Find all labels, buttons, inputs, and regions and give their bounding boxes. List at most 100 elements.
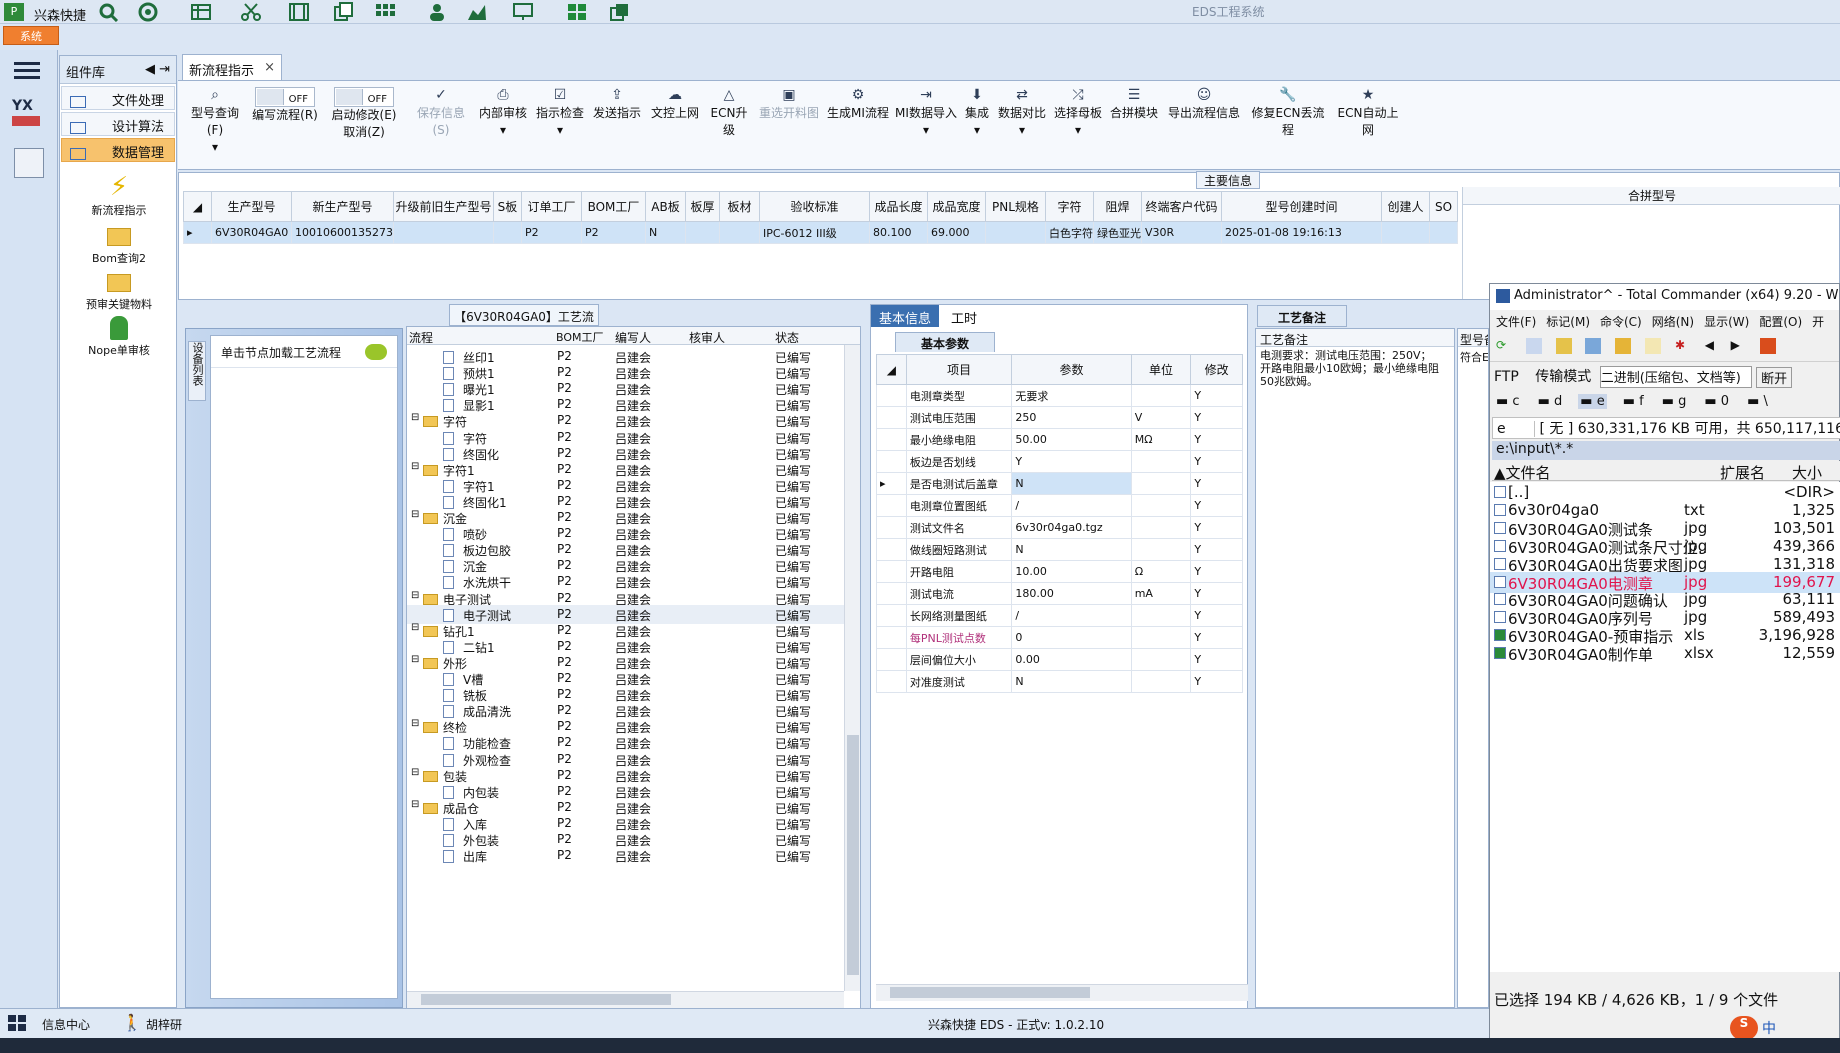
tc-menu-item[interactable]: 开 bbox=[1812, 315, 1824, 329]
btn-combine-module[interactable]: ☰ 合拼模块 bbox=[1108, 87, 1160, 122]
col-header[interactable]: 板厚 bbox=[684, 191, 720, 222]
param-row[interactable]: 对准度测试 N Y bbox=[876, 670, 1243, 693]
col-filename[interactable]: ▲文件名 bbox=[1494, 462, 1551, 483]
col-header[interactable]: 板材 bbox=[718, 191, 760, 222]
close-icon[interactable]: × bbox=[264, 60, 275, 75]
btn-doc-upload[interactable]: ☁ 文控上网 bbox=[648, 87, 702, 122]
collapse-icon[interactable]: ⊟ bbox=[411, 412, 419, 423]
drive-button[interactable]: ▬ 0 bbox=[1702, 394, 1731, 409]
drive-button[interactable]: ▬ d bbox=[1536, 394, 1565, 409]
table-cell[interactable]: P2 bbox=[580, 221, 646, 244]
table-cell[interactable]: 80.100 bbox=[868, 221, 928, 244]
scissors-icon[interactable] bbox=[240, 2, 262, 22]
tool-new-flow[interactable]: ⚡ 新流程指示 bbox=[60, 172, 178, 218]
tab-basic-params[interactable]: 基本参数 bbox=[895, 332, 995, 352]
tree-row[interactable]: 出库 P2 吕建会 已编写 bbox=[407, 846, 844, 865]
collapse-icon[interactable]: ⊟ bbox=[411, 654, 419, 665]
monitor-icon[interactable] bbox=[512, 2, 534, 22]
col-header[interactable]: 创建人 bbox=[1380, 191, 1430, 222]
tc-menu-item[interactable]: 文件(F) bbox=[1496, 315, 1536, 329]
thumbnail-icon[interactable] bbox=[1585, 338, 1602, 354]
btn-data-compare[interactable]: ⇄ 数据对比 ▾ bbox=[996, 87, 1048, 139]
param-row[interactable]: 做线圈短路测试 N Y bbox=[876, 538, 1243, 561]
col-header[interactable]: 阻焊 bbox=[1092, 191, 1142, 222]
btn-model-query[interactable]: ⌕ 型号查询(F) ▾ bbox=[184, 87, 246, 156]
tool-bom-query[interactable]: Bom查询2 bbox=[60, 224, 178, 266]
btn-integrate[interactable]: ⬇ 集成 ▾ bbox=[962, 87, 992, 139]
btn-internal-review[interactable]: ⎙ 内部审核 ▾ bbox=[476, 87, 530, 139]
param-value[interactable]: 无要求 bbox=[1011, 384, 1132, 407]
windows-icon[interactable] bbox=[8, 1015, 26, 1031]
param-row[interactable]: ▸ 是否电测试后盖章 N Y bbox=[876, 472, 1243, 495]
tab-work-hours[interactable]: 工时 bbox=[943, 305, 985, 327]
tab-new-flow[interactable]: 新流程指示 × bbox=[182, 54, 282, 80]
yx-module-icon[interactable]: YX bbox=[12, 98, 46, 134]
param-row[interactable]: 最小绝缘电阻 50.00 MΩ Y bbox=[876, 428, 1243, 451]
btn-start-modify[interactable]: OFF 启动修改(E) 取消(Z) bbox=[324, 87, 404, 141]
tc-menu-item[interactable]: 网络(N) bbox=[1652, 315, 1694, 329]
menu-icon[interactable] bbox=[14, 62, 40, 80]
btn-write-flow[interactable]: OFF 编写流程(R) bbox=[250, 87, 320, 124]
col-header[interactable]: PNL规格 bbox=[984, 191, 1046, 222]
tool-nope-review[interactable]: Nope单审核 bbox=[60, 314, 178, 358]
table-cell[interactable] bbox=[392, 221, 494, 244]
table-cell[interactable] bbox=[492, 221, 522, 244]
param-value[interactable]: Y bbox=[1011, 450, 1132, 473]
btn-reselect-cut[interactable]: ▣ 重选开料图 bbox=[756, 87, 822, 122]
col-header[interactable]: 终端客户代码 bbox=[1140, 191, 1222, 222]
refresh-icon[interactable]: ⟳ bbox=[1496, 338, 1512, 354]
tool-pre-review[interactable]: 预审关键物料 bbox=[60, 270, 178, 312]
tc-menu-item[interactable]: 配置(O) bbox=[1759, 315, 1802, 329]
col-header[interactable]: 生产型号 bbox=[211, 191, 292, 222]
ime-mode[interactable]: 中 bbox=[1762, 1018, 1776, 1038]
param-value[interactable]: N bbox=[1011, 472, 1132, 495]
brief-view-icon[interactable] bbox=[1525, 338, 1542, 354]
param-row[interactable]: 板边是否划线 Y Y bbox=[876, 450, 1243, 473]
col-header[interactable]: AB板 bbox=[644, 191, 686, 222]
col-header[interactable]: 型号创建时间 bbox=[1220, 191, 1382, 222]
param-value[interactable]: 180.00 bbox=[1011, 582, 1132, 605]
sparkle-icon[interactable]: ✱ bbox=[1675, 338, 1691, 354]
param-value[interactable]: N bbox=[1011, 670, 1132, 693]
table-cell[interactable]: N bbox=[644, 221, 686, 244]
table-cell[interactable]: 69.000 bbox=[926, 221, 986, 244]
select-icon[interactable] bbox=[1645, 338, 1662, 354]
params-hscroll[interactable] bbox=[876, 984, 1248, 1001]
tab-basic-info[interactable]: 基本信息 bbox=[871, 305, 940, 327]
params-hscroll-thumb[interactable] bbox=[890, 987, 1090, 998]
param-row[interactable]: 层间偏位大小 0.00 Y bbox=[876, 648, 1243, 671]
table-cell[interactable] bbox=[1380, 221, 1430, 244]
col-header[interactable]: SO bbox=[1428, 191, 1458, 222]
col-header[interactable]: S板 bbox=[492, 191, 522, 222]
drive-button[interactable]: ▬ \ bbox=[1745, 394, 1770, 409]
tree-hscroll[interactable] bbox=[407, 991, 844, 1008]
param-value[interactable]: 0.00 bbox=[1011, 648, 1132, 671]
tc-disconnect-button[interactable]: 断开 bbox=[1756, 366, 1793, 388]
param-row[interactable]: 测试电压范围 250 V Y bbox=[876, 406, 1243, 429]
drive-button[interactable]: ▬ e bbox=[1578, 394, 1607, 409]
tree-view-icon[interactable] bbox=[1555, 338, 1572, 354]
nav-file-processing[interactable]: 文件处理 bbox=[61, 86, 175, 110]
param-row[interactable]: 长网络测量图纸 / Y bbox=[876, 604, 1243, 627]
param-value[interactable]: 50.00 bbox=[1011, 428, 1132, 451]
param-value[interactable]: 10.00 bbox=[1011, 560, 1132, 583]
table-cell[interactable]: 绿色亚光 bbox=[1092, 221, 1142, 244]
btn-select-motherboard[interactable]: ⤮ 选择母板 ▾ bbox=[1052, 87, 1104, 139]
param-value[interactable]: / bbox=[1011, 604, 1132, 627]
col-header[interactable]: 成品宽度 bbox=[926, 191, 986, 222]
drive-button[interactable]: ▬ f bbox=[1621, 394, 1646, 409]
table-cell[interactable]: 6V30R04GA0 bbox=[211, 221, 292, 244]
film-icon[interactable] bbox=[288, 2, 310, 22]
back-icon[interactable]: ◀ bbox=[1705, 338, 1721, 354]
tree-vscroll-thumb[interactable] bbox=[847, 735, 859, 975]
nav-design-algorithm[interactable]: 设计算法 bbox=[61, 112, 175, 136]
btn-mi-import[interactable]: ⇥ MI数据导入 ▾ bbox=[894, 87, 958, 139]
file-row[interactable]: 6V30R04GA0制作单 xlsx 12,559 bbox=[1490, 643, 1840, 664]
start-modify-toggle[interactable]: OFF bbox=[334, 87, 394, 107]
btn-save-info[interactable]: ✓ 保存信息(S) bbox=[410, 87, 472, 139]
collapse-icon[interactable]: ⊟ bbox=[411, 461, 419, 472]
pin-icon[interactable]: ◀ ⇥ bbox=[145, 62, 170, 77]
forward-icon[interactable]: ▶ bbox=[1731, 338, 1747, 354]
col-size[interactable]: 大小 bbox=[1792, 462, 1822, 483]
btn-generate-mi[interactable]: ⚙ 生成MI流程 bbox=[826, 87, 890, 122]
